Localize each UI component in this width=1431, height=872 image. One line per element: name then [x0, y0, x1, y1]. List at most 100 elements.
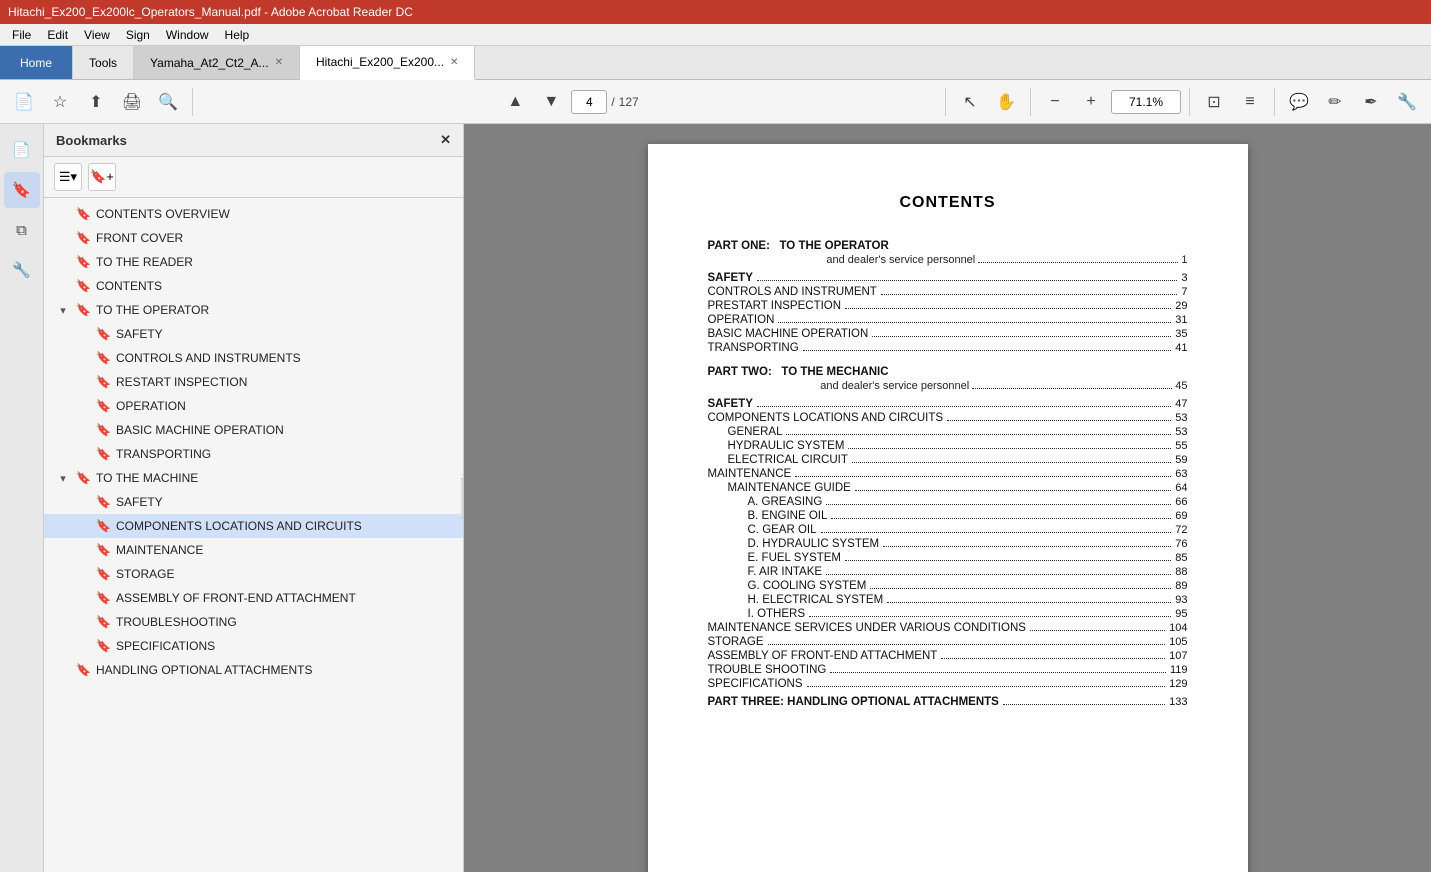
find-button[interactable]: 🔍 — [152, 86, 184, 118]
toc-entry: STORAGE105 — [708, 636, 1188, 648]
toc-entry: SAFETY3 — [708, 272, 1188, 284]
bookmark-icon-maintenance: 🔖 — [96, 543, 110, 557]
left-icon-page[interactable]: 📄 — [4, 132, 40, 168]
menu-help[interactable]: Help — [217, 26, 258, 44]
create-button[interactable]: 📄 — [8, 86, 40, 118]
sidebar-tools: ☰▾ 🔖+ — [44, 157, 463, 198]
tab-hitachi-close[interactable]: ✕ — [450, 57, 458, 68]
sidebar-header: Bookmarks ✕ — [44, 124, 463, 157]
comment-button[interactable]: 💬 — [1283, 86, 1315, 118]
sidebar-add-btn[interactable]: 🔖+ — [88, 163, 116, 191]
bookmark-icon-front-cover: 🔖 — [76, 231, 90, 245]
toc-entry: ELECTRICAL CIRCUIT59 — [708, 454, 1188, 466]
page-up-button[interactable]: ▲ — [499, 86, 531, 118]
menu-bar: File Edit View Sign Window Help — [0, 24, 1431, 46]
bookmark-item-components-locations[interactable]: 🔖COMPONENTS LOCATIONS AND CIRCUITS — [44, 514, 463, 538]
zoom-out-button[interactable]: − — [1039, 86, 1071, 118]
bookmark-label-maintenance: MAINTENANCE — [116, 543, 455, 557]
bookmark-item-basic-machine-op[interactable]: 🔖BASIC MACHINE OPERATION — [44, 418, 463, 442]
bookmark-icon-to-the-reader: 🔖 — [76, 255, 90, 269]
left-icon-layers[interactable]: ⧉ — [4, 212, 40, 248]
upload-button[interactable]: ⬆ — [80, 86, 112, 118]
tab-home[interactable]: Home — [0, 46, 73, 79]
bookmark-toggle-to-the-machine[interactable]: ▾ — [56, 472, 70, 485]
bookmark-icon-basic-machine-op: 🔖 — [96, 423, 110, 437]
bookmark-item-safety-op[interactable]: 🔖SAFETY — [44, 322, 463, 346]
left-icon-bookmark[interactable]: 🔖 — [4, 172, 40, 208]
toc-entry: MAINTENANCE63 — [708, 468, 1188, 480]
page-down-button[interactable]: ▼ — [535, 86, 567, 118]
toc-entry: I. OTHERS95 — [708, 608, 1188, 620]
menu-edit[interactable]: Edit — [39, 26, 76, 44]
bookmark-label-contents-overview: CONTENTS OVERVIEW — [96, 207, 455, 221]
sign-button[interactable]: ✒ — [1355, 86, 1387, 118]
bookmark-item-assembly-front-end[interactable]: 🔖ASSEMBLY OF FRONT-END ATTACHMENT — [44, 586, 463, 610]
bookmark-item-contents-overview[interactable]: 🔖CONTENTS OVERVIEW — [44, 202, 463, 226]
toolbar-sep-1 — [192, 88, 193, 116]
hand-tool-button[interactable]: ✋ — [990, 86, 1022, 118]
toc-entry: H. ELECTRICAL SYSTEM93 — [708, 594, 1188, 606]
sidebar-close-button[interactable]: ✕ — [440, 132, 451, 148]
bookmark-item-operation[interactable]: 🔖OPERATION — [44, 394, 463, 418]
bookmark-label-to-the-reader: TO THE READER — [96, 255, 455, 269]
bookmark-item-maintenance[interactable]: 🔖 MAINTENANCE — [44, 538, 463, 562]
title-text: Hitachi_Ex200_Ex200lc_Operators_Manual.p… — [8, 5, 413, 19]
toc-part-two: PART TWO: TO THE MECHANIC — [708, 366, 1188, 378]
bookmark-item-to-the-operator[interactable]: ▾🔖TO THE OPERATOR — [44, 298, 463, 322]
zoom-in-button[interactable]: + — [1075, 86, 1107, 118]
bookmark-label-to-the-operator: TO THE OPERATOR — [96, 303, 455, 317]
sidebar-menu-btn[interactable]: ☰▾ — [54, 163, 82, 191]
bookmark-item-storage[interactable]: 🔖STORAGE — [44, 562, 463, 586]
toc-entry: TROUBLE SHOOTING119 — [708, 664, 1188, 676]
highlight-button[interactable]: ✏ — [1319, 86, 1351, 118]
tab-tools[interactable]: Tools — [73, 46, 134, 79]
sidebar: Bookmarks ✕ ☰▾ 🔖+ 🔖CONTENTS OVERVIEW🔖FRO… — [44, 124, 464, 872]
toolbar-sep-5 — [1274, 88, 1275, 116]
bookmark-toggle-to-the-operator[interactable]: ▾ — [56, 304, 70, 317]
sidebar-collapse-handle[interactable]: ◀ — [461, 478, 464, 518]
print-button[interactable]: 🖨 — [116, 86, 148, 118]
main-area: 📄 🔖 ⧉ 🔧 Bookmarks ✕ ☰▾ 🔖+ 🔖CONTENTS OVER… — [0, 124, 1431, 872]
zoom-input[interactable] — [1111, 90, 1181, 114]
tab-hitachi-label: Hitachi_Ex200_Ex200... — [316, 55, 444, 69]
bookmark-item-restart-inspection[interactable]: 🔖RESTART INSPECTION — [44, 370, 463, 394]
bookmark-item-front-cover[interactable]: 🔖FRONT COVER — [44, 226, 463, 250]
bookmark-icon-safety-op: 🔖 — [96, 327, 110, 341]
bookmark-label-operation: OPERATION — [116, 399, 455, 413]
tab-yamaha-close[interactable]: ✕ — [275, 57, 283, 68]
toc-part-three: PART THREE: HANDLING OPTIONAL ATTACHMENT… — [708, 696, 1188, 708]
menu-file[interactable]: File — [4, 26, 39, 44]
bookmark-item-specifications[interactable]: 🔖SPECIFICATIONS — [44, 634, 463, 658]
scroll-mode-button[interactable]: ≡ — [1234, 86, 1266, 118]
bookmark-item-to-the-machine[interactable]: ▾🔖TO THE MACHINE — [44, 466, 463, 490]
toc-entry: CONTROLS AND INSTRUMENT7 — [708, 286, 1188, 298]
bookmark-icon-restart-inspection: 🔖 — [96, 375, 110, 389]
bookmark-item-handling-optional[interactable]: 🔖HANDLING OPTIONAL ATTACHMENTS — [44, 658, 463, 682]
menu-window[interactable]: Window — [158, 26, 217, 44]
toc-entry: BASIC MACHINE OPERATION35 — [708, 328, 1188, 340]
bookmark-item-controls-instruments[interactable]: 🔖CONTROLS AND INSTRUMENTS — [44, 346, 463, 370]
toc-entry: TRANSPORTING41 — [708, 342, 1188, 354]
bookmark-item-troubleshooting[interactable]: 🔖TROUBLESHOOTING — [44, 610, 463, 634]
pdf-area[interactable]: CONTENTS PART ONE: TO THE OPERATOR and d… — [464, 124, 1431, 872]
bookmark-button[interactable]: ☆ — [44, 86, 76, 118]
more-tools-button[interactable]: 🔧 — [1391, 86, 1423, 118]
fit-page-button[interactable]: ⊡ — [1198, 86, 1230, 118]
left-icon-tools[interactable]: 🔧 — [4, 252, 40, 288]
bookmark-icon-contents: 🔖 — [76, 279, 90, 293]
tab-hitachi[interactable]: Hitachi_Ex200_Ex200... ✕ — [300, 46, 475, 80]
cursor-tool-button[interactable]: ↖ — [954, 86, 986, 118]
left-icon-panel: 📄 🔖 ⧉ 🔧 — [0, 124, 44, 872]
bookmark-item-contents[interactable]: 🔖CONTENTS — [44, 274, 463, 298]
menu-sign[interactable]: Sign — [118, 26, 158, 44]
bookmark-icon-specifications: 🔖 — [96, 639, 110, 653]
bookmark-item-safety-mach[interactable]: 🔖SAFETY — [44, 490, 463, 514]
toc-entry: PRESTART INSPECTION29 — [708, 300, 1188, 312]
bookmark-item-to-the-reader[interactable]: 🔖 TO THE READER — [44, 250, 463, 274]
toc-part-one: PART ONE: TO THE OPERATOR — [708, 240, 1188, 252]
bookmark-label-troubleshooting: TROUBLESHOOTING — [116, 615, 455, 629]
page-number-input[interactable] — [571, 90, 607, 114]
bookmark-item-transporting[interactable]: 🔖TRANSPORTING — [44, 442, 463, 466]
menu-view[interactable]: View — [76, 26, 118, 44]
tab-yamaha[interactable]: Yamaha_At2_Ct2_A... ✕ — [134, 46, 300, 79]
